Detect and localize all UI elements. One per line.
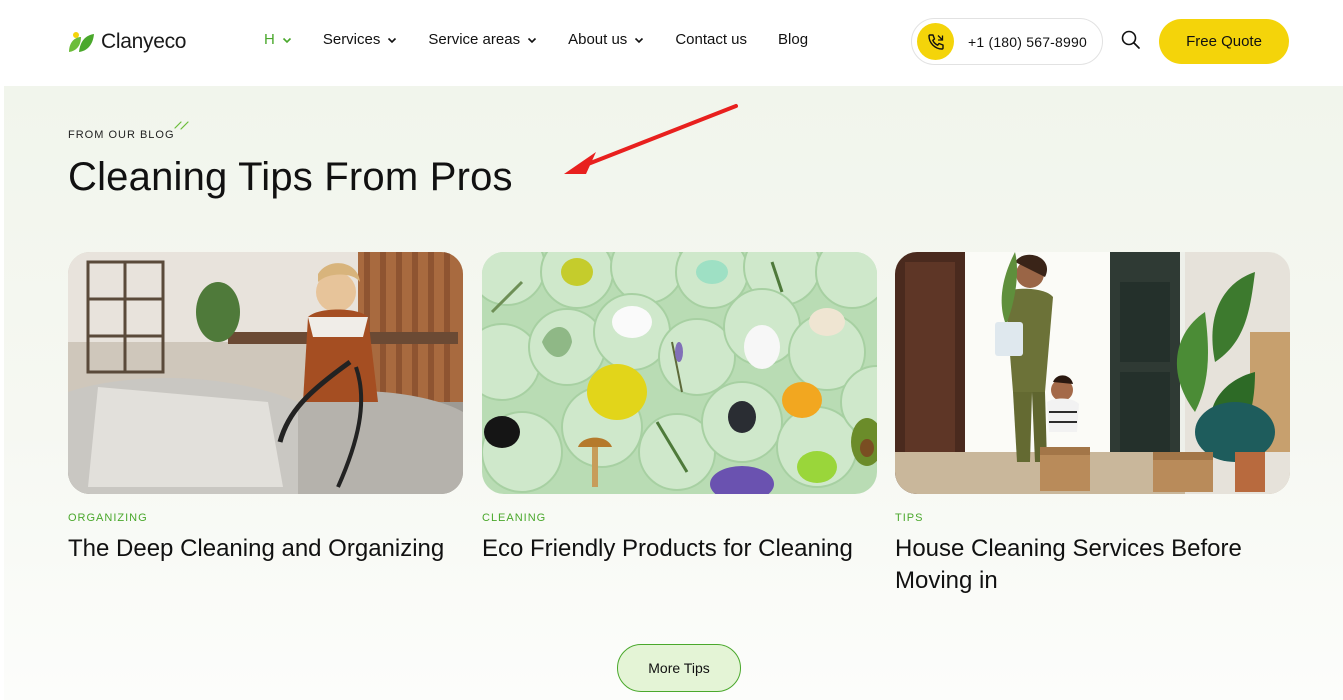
- woman-vacuuming-sofa-photo[interactable]: [68, 252, 463, 494]
- logo[interactable]: Clanyeco: [67, 30, 186, 54]
- petri-dishes-natural-ingredients-photo[interactable]: [482, 252, 877, 494]
- woman-and-child-moving-in-photo[interactable]: [895, 252, 1290, 494]
- phone-call-icon: [917, 23, 954, 60]
- free-quote-button[interactable]: Free Quote: [1159, 19, 1289, 64]
- section-eyebrow: FROM OUR BLOG: [68, 129, 175, 141]
- card-category[interactable]: CLEANING: [482, 512, 877, 524]
- search-icon[interactable]: [1119, 28, 1143, 52]
- blog-card[interactable]: ORGANIZING The Deep Cleaning and Organiz…: [68, 252, 463, 565]
- card-title[interactable]: House Cleaning Services Before Moving in: [895, 533, 1290, 597]
- card-category[interactable]: TIPS: [895, 512, 1290, 524]
- nav-item-services[interactable]: Services: [323, 31, 398, 48]
- card-category[interactable]: ORGANIZING: [68, 512, 463, 524]
- nav-item-label: Service areas: [428, 31, 521, 48]
- nav-item-home[interactable]: H: [264, 31, 292, 48]
- red-arrow-annotation: [564, 104, 738, 174]
- leaf-logo-icon: [69, 32, 94, 52]
- nav-item-label: Services: [322, 31, 381, 48]
- nav-item-blog[interactable]: Blog: [778, 31, 808, 48]
- blog-card[interactable]: CLEANING Eco Friendly Products for Clean…: [482, 252, 877, 565]
- accent-strokes-icon: [174, 121, 189, 130]
- main-nav: H Services Service areas About us Contac…: [264, 31, 839, 48]
- chevron-down-icon: [635, 37, 644, 43]
- chevron-down-icon: [528, 37, 537, 43]
- logo-text: Clanyeco: [101, 30, 187, 53]
- nav-item-label: Blog: [778, 31, 809, 48]
- phone-contact[interactable]: +1 (180) 567-8990: [911, 18, 1103, 65]
- card-title[interactable]: Eco Friendly Products for Cleaning: [482, 533, 877, 565]
- nav-item-label: About us: [568, 31, 628, 48]
- card-title[interactable]: The Deep Cleaning and Organizing: [68, 533, 463, 565]
- nav-item-label: Contact us: [675, 31, 748, 48]
- nav-item-contact-us[interactable]: Contact us: [675, 31, 747, 48]
- blog-card[interactable]: TIPS House Cleaning Services Before Movi…: [895, 252, 1290, 597]
- site-header: Clanyeco H Services Service areas About …: [0, 0, 1343, 86]
- nav-item-service-areas[interactable]: Service areas: [428, 31, 537, 48]
- nav-item-label: H: [264, 31, 275, 48]
- chevron-down-icon: [388, 37, 397, 43]
- section-title: Cleaning Tips From Pros: [68, 155, 513, 199]
- phone-number: +1 (180) 567-8990: [968, 33, 1087, 50]
- nav-item-about-us[interactable]: About us: [568, 31, 644, 48]
- chevron-down-icon: [282, 37, 291, 43]
- more-tips-button[interactable]: More Tips: [617, 644, 741, 692]
